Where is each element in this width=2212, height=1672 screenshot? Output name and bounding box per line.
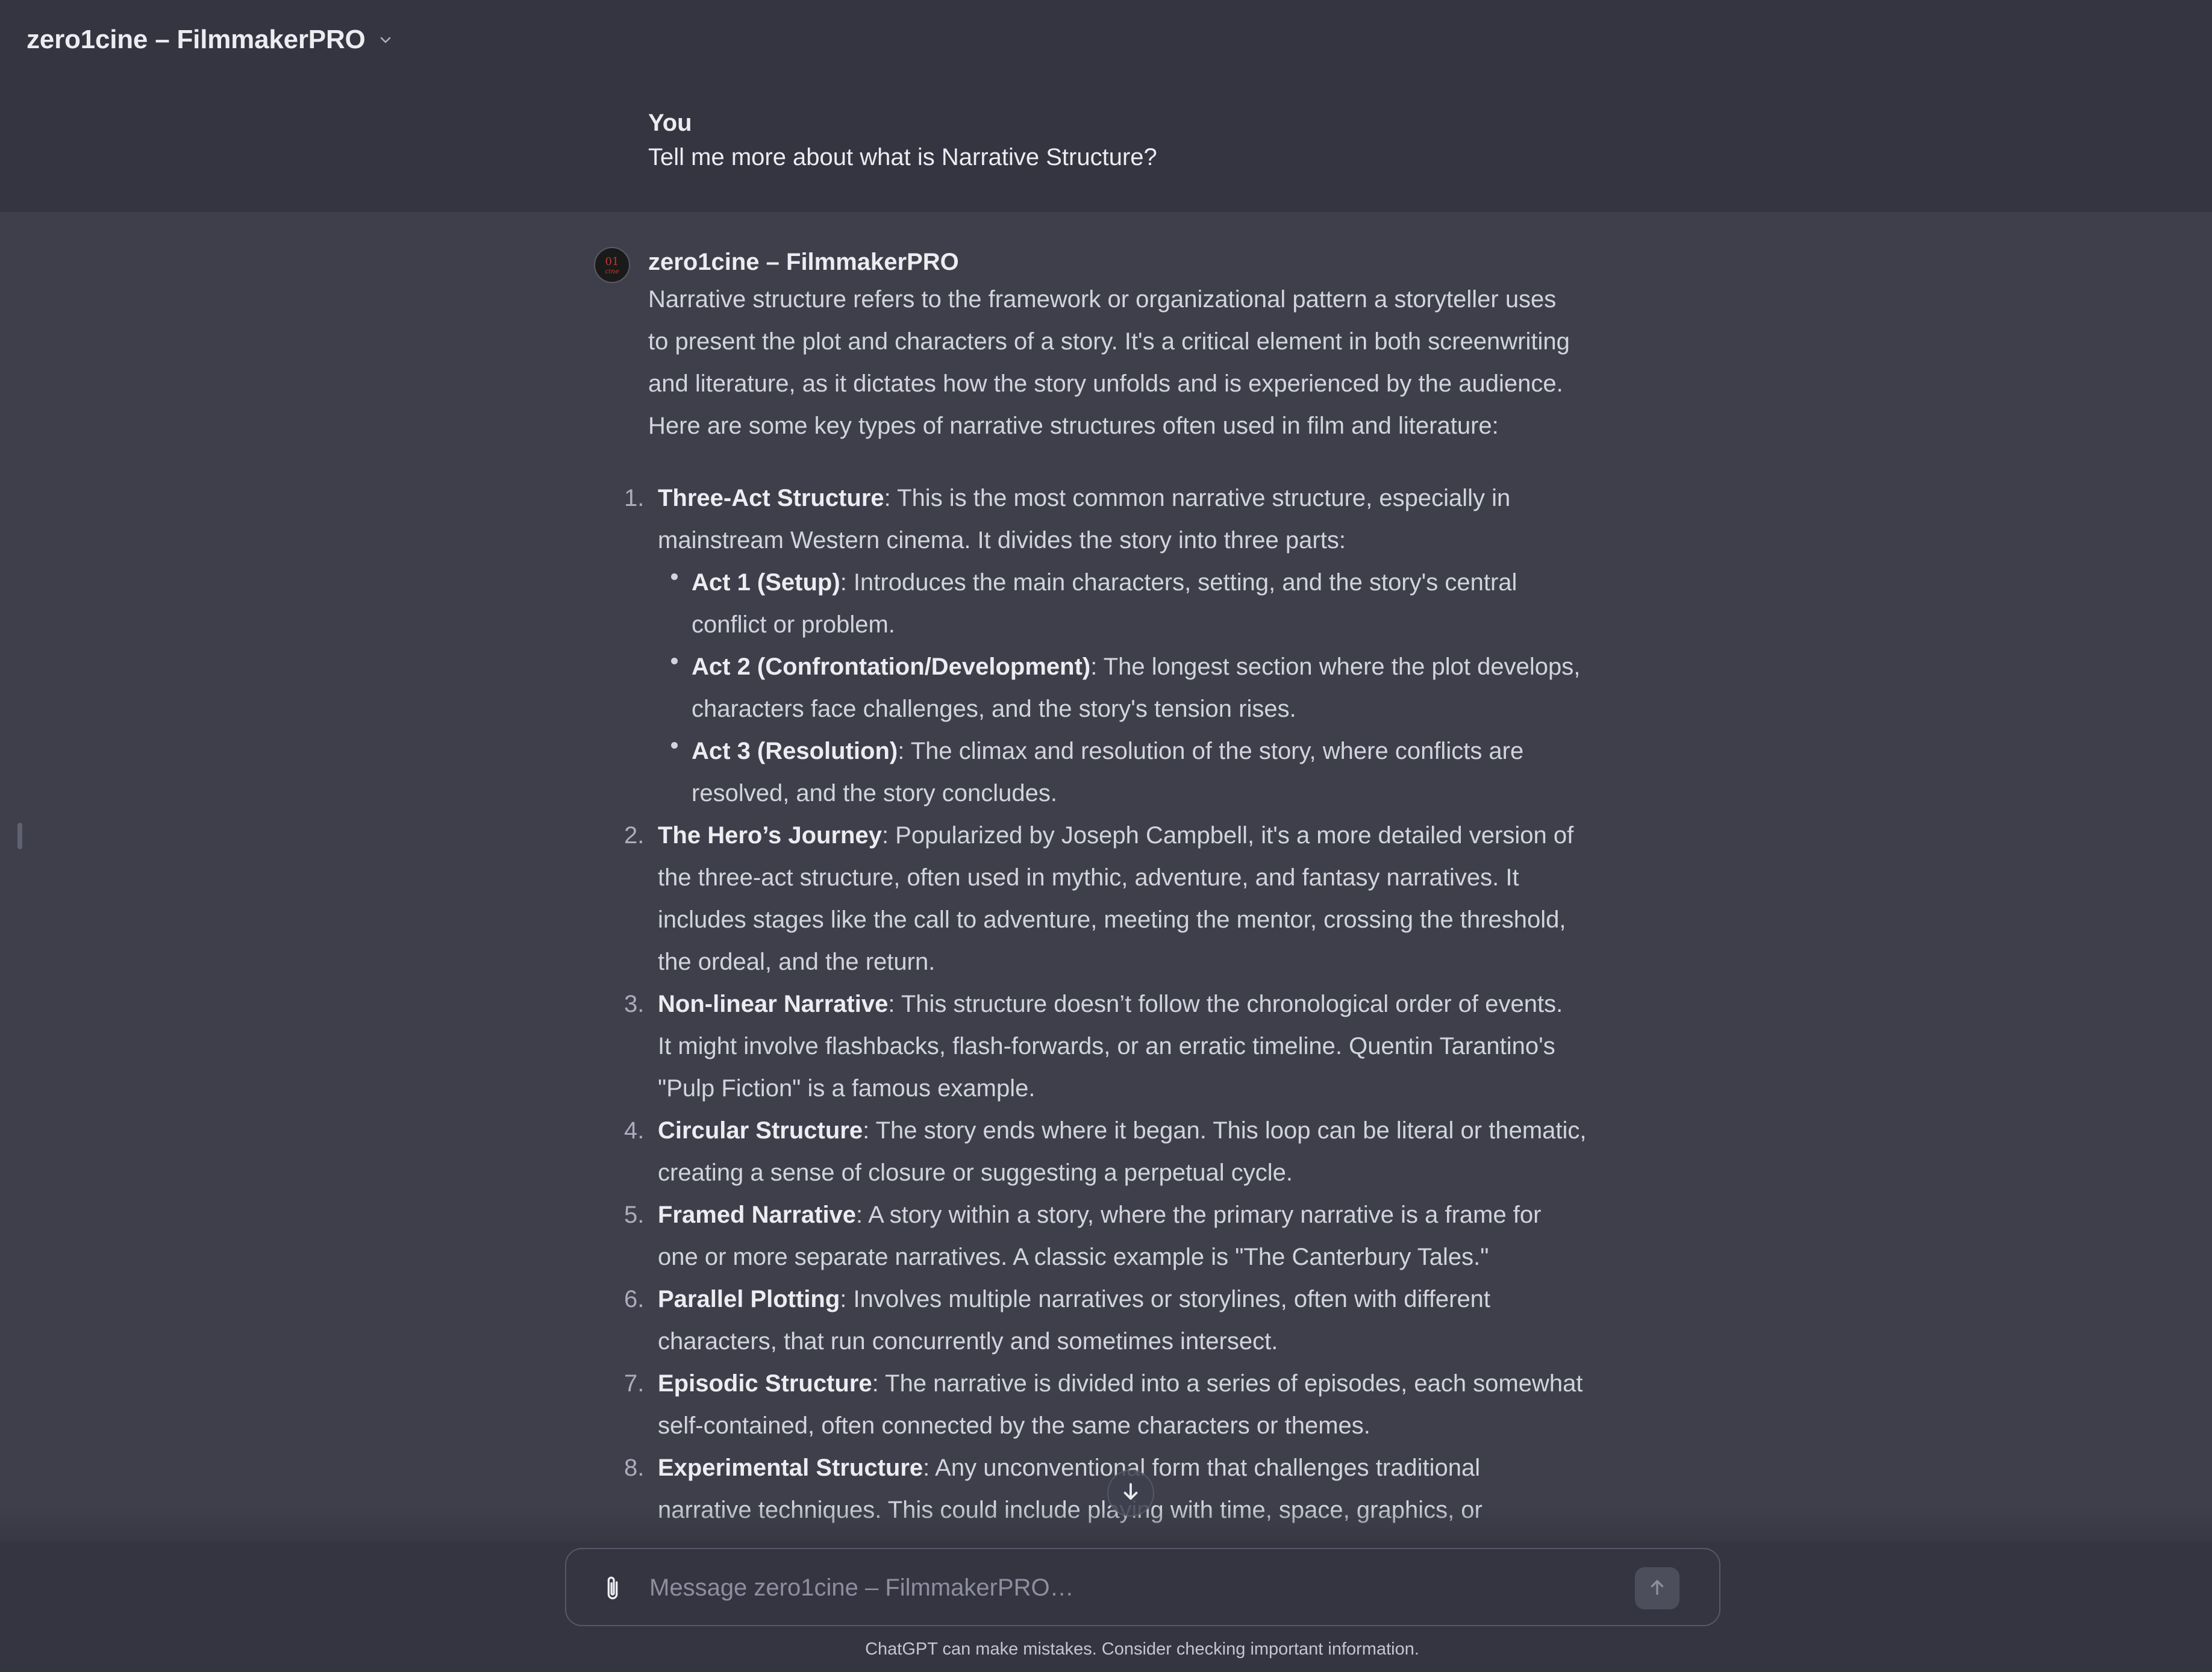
list-item-framed: 5. Framed Narrative: A story within a st… — [624, 1194, 1588, 1278]
item-text: : The story ends where it began. This lo… — [863, 1117, 1587, 1144]
item-text: : The narrative is divided into a series… — [872, 1370, 1583, 1397]
chevron-down-icon[interactable] — [378, 32, 393, 48]
list-number: 1. — [624, 485, 645, 511]
list-number: 7. — [624, 1370, 645, 1397]
list-number: 2. — [624, 822, 645, 849]
intro-line: Narrative structure refers to the framew… — [648, 286, 1557, 313]
sublist-item-act-2: Act 2 (Confrontation/Development): The l… — [671, 646, 1588, 730]
item-text: "Pulp Fiction" is a famous example. — [658, 1075, 1036, 1102]
item-text: : A story within a story, where the prim… — [856, 1202, 1542, 1228]
item-text: creating a sense of closure or suggestin… — [658, 1159, 1293, 1186]
item-title: Experimental Structure — [658, 1455, 923, 1481]
sub-item-text: : Introduces the main characters, settin… — [840, 569, 1517, 596]
item-title: Parallel Plotting — [658, 1286, 840, 1312]
avatar-logo-text: 01 — [605, 255, 619, 268]
sub-item-title: Act 2 (Confrontation/Development) — [692, 654, 1091, 680]
item-title: Framed Narrative — [658, 1202, 857, 1228]
bullet — [671, 658, 678, 664]
item-title: Circular Structure — [658, 1117, 863, 1144]
list-item-heros-journey: 2. The Hero’s Journey: Popularized by Jo… — [624, 814, 1588, 983]
app-header: zero1cine – FilmmakerPRO — [0, 0, 2212, 80]
item-text: characters, that run concurrently and so… — [658, 1328, 1278, 1355]
item-text: : Involves multiple narratives or storyl… — [840, 1286, 1491, 1312]
item-text: mainstream Western cinema. It divides th… — [658, 527, 1346, 554]
intro-line: and literature, as it dictates how the s… — [648, 370, 1563, 397]
list-item-episodic: 7. Episodic Structure: The narrative is … — [624, 1362, 1588, 1447]
item-text: one or more separate narratives. A class… — [658, 1244, 1489, 1270]
item-text: : This structure doesn’t follow the chro… — [888, 991, 1563, 1017]
item-text: the three-act structure, often used in m… — [658, 864, 1519, 891]
sub-item-text: : The longest section where the plot dev… — [1090, 654, 1581, 680]
item-title: Non-linear Narrative — [658, 991, 889, 1017]
model-title[interactable]: zero1cine – FilmmakerPRO — [27, 25, 366, 55]
list-number: 6. — [624, 1286, 645, 1312]
acts-sublist: Act 1 (Setup): Introduces the main chara… — [658, 561, 1588, 814]
assistant-message-row: 01 cine zero1cine – FilmmakerPRO Narrati… — [0, 212, 2212, 1672]
arrow-down-icon — [1119, 1480, 1142, 1506]
user-author: You — [648, 110, 692, 136]
message-composer — [565, 1548, 1720, 1626]
user-message-text: Tell me more about what is Narrative Str… — [648, 144, 1157, 170]
list-item-non-linear: 3. Non-linear Narrative: This structure … — [624, 983, 1588, 1109]
disclaimer-text: ChatGPT can make mistakes. Consider chec… — [865, 1639, 1419, 1659]
intro-line: to present the plot and characters of a … — [648, 328, 1570, 355]
sub-item-text: : The climax and resolution of the story… — [898, 738, 1524, 764]
intro-line: Here are some key types of narrative str… — [648, 413, 1499, 439]
item-text: : Popularized by Joseph Campbell, it's a… — [881, 822, 1574, 849]
send-button[interactable] — [1635, 1567, 1679, 1609]
assistant-intro: Narrative structure refers to the framew… — [648, 278, 1588, 447]
list-item-three-act: 1. Three-Act Structure: This is the most… — [624, 477, 1588, 814]
item-title: The Hero’s Journey — [658, 822, 882, 849]
item-title: Three-Act Structure — [658, 485, 884, 511]
sidebar-toggle-handle[interactable] — [17, 823, 22, 849]
sublist-item-act-3: Act 3 (Resolution): The climax and resol… — [671, 730, 1588, 814]
avatar-logo-subtext: cine — [605, 267, 619, 275]
item-text: self-contained, often connected by the s… — [658, 1412, 1370, 1439]
sub-item-text: characters face challenges, and the stor… — [692, 696, 1296, 722]
scroll-to-bottom-button[interactable] — [1107, 1470, 1154, 1517]
list-number: 5. — [624, 1202, 645, 1228]
sub-item-title: Act 1 (Setup) — [692, 569, 840, 596]
list-number: 4. — [624, 1117, 645, 1144]
bullet — [671, 573, 678, 580]
sublist-item-act-1: Act 1 (Setup): Introduces the main chara… — [671, 561, 1588, 646]
list-item-circular: 4. Circular Structure: The story ends wh… — [624, 1109, 1588, 1194]
chat-page: zero1cine – FilmmakerPRO You Tell me mor… — [0, 0, 2212, 1672]
message-input[interactable] — [648, 1567, 1614, 1608]
item-title: Episodic Structure — [658, 1370, 872, 1397]
list-number: 3. — [624, 991, 645, 1017]
sub-item-title: Act 3 (Resolution) — [692, 738, 898, 764]
bullet — [671, 742, 678, 749]
item-text: It might involve flashbacks, flash-forwa… — [658, 1033, 1555, 1059]
narrative-structure-list: 1. Three-Act Structure: This is the most… — [624, 477, 1588, 1531]
assistant-message: zero1cine – FilmmakerPRO Narrative struc… — [624, 246, 1588, 1531]
item-text: : This is the most common narrative stru… — [884, 485, 1511, 511]
item-text: the ordeal, and the return. — [658, 949, 936, 975]
list-item-parallel: 6. Parallel Plotting: Involves multiple … — [624, 1278, 1588, 1362]
user-message: You Tell me more about what is Narrative… — [648, 107, 1157, 176]
user-message-row: You Tell me more about what is Narrative… — [0, 80, 2212, 212]
item-text: : Any unconventional form that challenge… — [923, 1455, 1481, 1481]
assistant-avatar: 01 cine — [594, 247, 630, 283]
paperclip-icon[interactable] — [596, 1571, 629, 1606]
list-number: 8. — [624, 1455, 645, 1481]
sub-item-text: resolved, and the story concludes. — [692, 780, 1058, 806]
arrow-up-icon — [1647, 1577, 1667, 1600]
sub-item-text: conflict or problem. — [692, 611, 895, 638]
item-text: includes stages like the call to adventu… — [658, 906, 1566, 933]
assistant-author: zero1cine – FilmmakerPRO — [648, 249, 959, 275]
